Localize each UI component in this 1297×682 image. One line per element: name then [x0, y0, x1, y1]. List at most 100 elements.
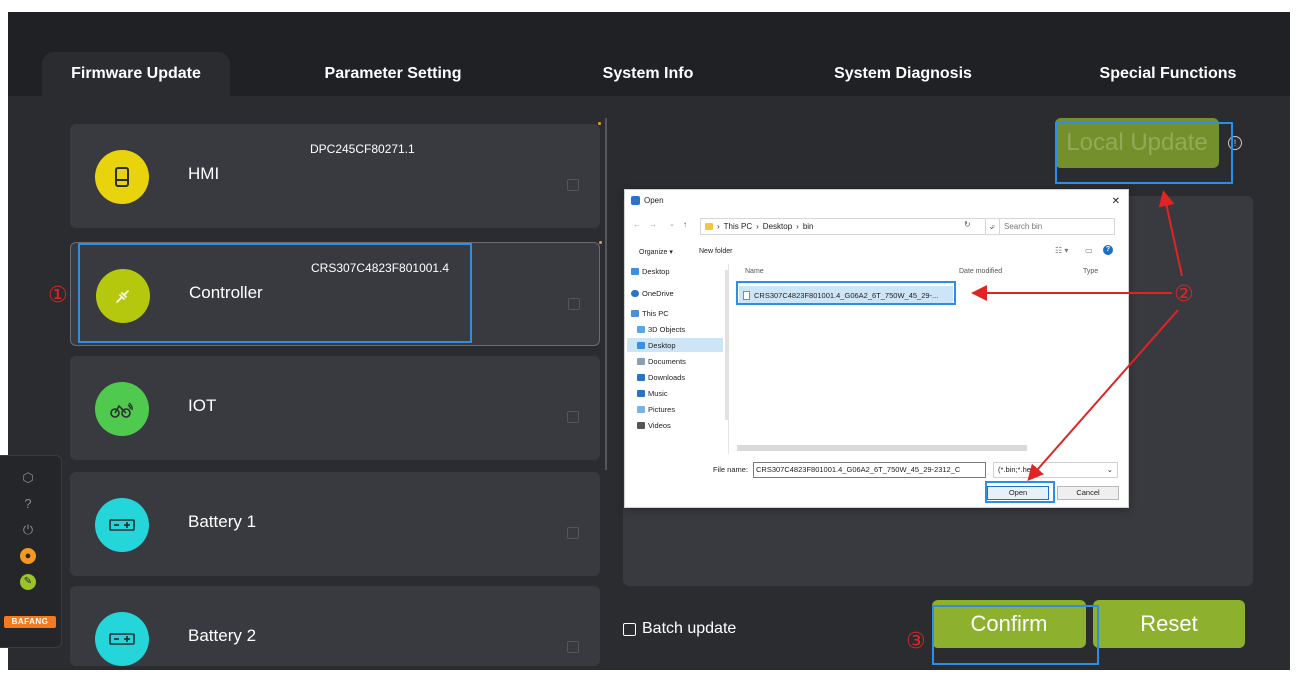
batch-update-toggle[interactable]: Batch update	[623, 620, 736, 638]
device-name: Battery 2	[188, 626, 257, 645]
battery-icon	[95, 612, 149, 666]
desktop-icon	[631, 267, 639, 275]
breadcrumb-bin[interactable]: bin	[803, 222, 814, 231]
breadcrumb-desktop[interactable]: Desktop	[763, 222, 792, 231]
sidebar-item-3d-objects[interactable]: 3D Objects	[637, 322, 685, 336]
help-icon[interactable]: ?	[1103, 245, 1113, 255]
highlight-local-update	[1055, 122, 1233, 184]
cloud-icon	[631, 289, 639, 297]
highlight-file	[736, 281, 956, 305]
navigation-row: ← → ⌄ ↑ › This PC › Desktop › bin ⌄ ↻ ⌕ …	[625, 216, 1128, 238]
step-3-marker: ③	[906, 628, 926, 653]
column-date-modified[interactable]: Date modified	[959, 268, 1002, 275]
forward-icon[interactable]: →	[649, 220, 657, 229]
tab-system-info[interactable]: System Info	[568, 52, 728, 96]
file-name-label: File name:	[713, 465, 749, 474]
device-list-scrollbar[interactable]	[605, 118, 607, 470]
sidebar-item-documents[interactable]: Documents	[637, 354, 686, 368]
column-type[interactable]: Type	[1083, 268, 1098, 275]
chevron-down-icon[interactable]: ⌄	[669, 220, 675, 228]
device-card-battery-1[interactable]: Battery 1	[70, 472, 600, 576]
device-checkbox[interactable]	[567, 527, 579, 539]
tab-firmware-update[interactable]: Firmware Update	[42, 52, 230, 96]
open-file-dialog: Open ✕ ← → ⌄ ↑ › This PC › Desktop › bin…	[624, 189, 1129, 508]
view-options-icon[interactable]: ☷ ▾	[1055, 246, 1068, 255]
sidebar-item-desktop[interactable]: Desktop	[631, 264, 670, 278]
device-name: IOT	[188, 396, 217, 415]
file-list-scrollbar[interactable]	[737, 445, 1027, 451]
back-icon[interactable]: ←	[633, 220, 641, 229]
file-list-header: Name Date modified Type	[737, 266, 1127, 280]
sidebar-item-desktop-selected[interactable]: Desktop	[627, 338, 723, 352]
desktop-icon	[637, 341, 645, 349]
highlight-controller	[78, 243, 472, 343]
sidebar-item-onedrive[interactable]: OneDrive	[631, 286, 674, 300]
device-checkbox[interactable]	[567, 411, 579, 423]
computer-icon	[631, 309, 639, 317]
app-icon	[631, 196, 640, 205]
sidebar-item-downloads[interactable]: Downloads	[637, 370, 685, 384]
document-icon	[637, 357, 645, 365]
tab-parameter-setting[interactable]: Parameter Setting	[278, 52, 508, 96]
user-icon[interactable]: ●	[20, 548, 36, 564]
cube-icon	[637, 325, 645, 333]
brand-logo: BAFANG	[4, 616, 56, 628]
close-icon[interactable]: ✕	[1112, 196, 1120, 207]
device-name: Battery 1	[188, 512, 257, 531]
device-checkbox[interactable]	[567, 179, 579, 191]
step-1-marker: ①	[48, 282, 68, 307]
dialog-title: Open	[631, 196, 664, 205]
cancel-button[interactable]: Cancel	[1057, 486, 1119, 500]
sidebar-item-videos[interactable]: Videos	[637, 418, 671, 432]
device-checkbox[interactable]	[568, 298, 580, 310]
tab-special-functions[interactable]: Special Functions	[1068, 52, 1268, 96]
folder-icon	[705, 223, 713, 230]
preview-pane-icon[interactable]: ▭	[1085, 246, 1093, 255]
device-checkbox[interactable]	[567, 641, 579, 653]
column-name[interactable]: Name	[745, 268, 764, 275]
address-bar[interactable]: › This PC › Desktop › bin ⌄	[700, 218, 1000, 235]
download-icon	[637, 373, 645, 381]
sidebar-item-music[interactable]: Music	[637, 386, 668, 400]
music-icon	[637, 389, 645, 397]
picture-icon	[637, 405, 645, 413]
sidebar-scrollbar[interactable]	[725, 270, 729, 420]
new-folder-button[interactable]: New folder	[699, 248, 732, 255]
file-type-select[interactable]: (*.bin;*.hex) ⌄	[993, 462, 1118, 478]
batch-update-label: Batch update	[642, 620, 737, 637]
status-dot	[598, 122, 601, 125]
up-icon[interactable]: ↑	[683, 220, 687, 229]
file-name-row: File name: CRS307C4823F801001.4_G06A2_6T…	[625, 462, 1128, 480]
tab-bar: Firmware Update Parameter Setting System…	[8, 12, 1290, 96]
power-icon[interactable]: ⏻	[20, 522, 36, 538]
device-version: DPC245CF80271.1	[310, 142, 415, 156]
status-dot	[599, 241, 602, 244]
link-icon[interactable]: ✎	[20, 574, 36, 590]
chevron-down-icon: ⌄	[1106, 465, 1113, 474]
step-2-marker: ②	[1174, 281, 1194, 306]
device-card-hmi[interactable]: HMI DPC245CF80271.1	[70, 122, 601, 228]
battery-icon	[95, 498, 149, 552]
highlight-open	[985, 481, 1055, 503]
device-card-iot[interactable]: IOT	[70, 356, 600, 460]
device-card-battery-2[interactable]: Battery 2	[70, 586, 600, 666]
dialog-sidebar: Desktop OneDrive This PC 3D Objects Desk…	[625, 264, 729, 454]
help-icon[interactable]: ?	[20, 496, 36, 512]
bike-signal-icon	[95, 382, 149, 436]
sidebar-item-pictures[interactable]: Pictures	[637, 402, 675, 416]
search-input[interactable]: ⌕ Search bin	[985, 218, 1115, 235]
breadcrumb-this-pc[interactable]: This PC	[724, 222, 752, 231]
sidebar-item-this-pc[interactable]: This PC	[631, 306, 669, 320]
settings-hex-icon[interactable]: ⬡	[20, 470, 36, 486]
refresh-icon[interactable]: ↻	[964, 220, 971, 229]
device-name: HMI	[188, 164, 220, 183]
reset-button[interactable]: Reset	[1093, 600, 1245, 648]
tab-system-diagnosis[interactable]: System Diagnosis	[798, 52, 1008, 96]
batch-update-checkbox[interactable]	[623, 622, 636, 636]
hmi-icon	[95, 150, 149, 204]
search-icon: ⌕	[991, 222, 996, 231]
organize-menu[interactable]: Organize ▾	[639, 248, 673, 256]
highlight-confirm	[932, 605, 1099, 665]
video-icon	[637, 421, 645, 429]
file-name-input[interactable]: CRS307C4823F801001.4_G06A2_6T_750W_45_29…	[753, 462, 986, 478]
